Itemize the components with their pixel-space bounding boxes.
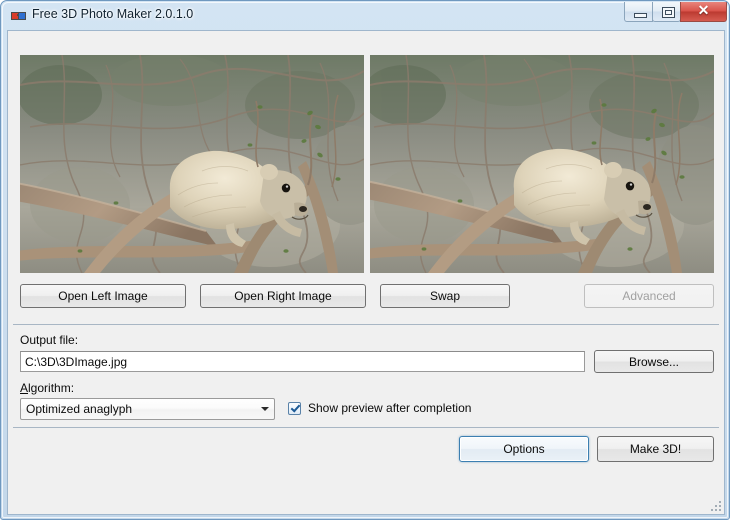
show-preview-checkbox-row[interactable]: Show preview after completion [288, 399, 471, 417]
restore-button[interactable] [652, 2, 681, 22]
left-photo-graphic [20, 55, 364, 273]
client-area: Open Left Image Open Right Image Swap Ad… [7, 30, 725, 515]
right-photo-graphic [370, 55, 714, 273]
minimize-icon [634, 13, 647, 18]
anaglyph-glasses-icon [10, 9, 26, 22]
chevron-down-icon[interactable] [256, 399, 274, 419]
algorithm-label-accel: A [20, 381, 28, 395]
algorithm-label: Algorithm: [20, 381, 74, 395]
output-file-input[interactable] [20, 351, 585, 372]
browse-button[interactable]: Browse... [594, 350, 714, 373]
open-right-image-button[interactable]: Open Right Image [200, 284, 366, 308]
separator-bottom [13, 427, 719, 428]
close-button[interactable]: ✕ [680, 2, 727, 22]
image-actions-row: Open Left Image Open Right Image Swap Ad… [20, 284, 714, 308]
output-file-label: Output file: [20, 333, 78, 347]
make-3d-button[interactable]: Make 3D! [597, 436, 714, 462]
window-controls: ✕ [625, 2, 727, 23]
close-icon: ✕ [681, 2, 726, 19]
resize-grip[interactable] [708, 498, 721, 511]
open-left-image-button[interactable]: Open Left Image [20, 284, 186, 308]
preview-pane [20, 55, 714, 273]
algorithm-label-rest: lgorithm: [28, 381, 74, 395]
options-button[interactable]: Options [459, 436, 589, 462]
right-image-preview[interactable] [370, 55, 714, 273]
application-window: Free 3D Photo Maker 2.0.1.0 ✕ [0, 0, 730, 520]
minimize-button[interactable] [624, 2, 653, 22]
separator-top [13, 324, 719, 325]
restore-icon [662, 7, 675, 18]
advanced-button: Advanced [584, 284, 714, 308]
window-title: Free 3D Photo Maker 2.0.1.0 [32, 7, 193, 21]
show-preview-checkbox[interactable] [288, 402, 301, 415]
swap-button[interactable]: Swap [380, 284, 510, 308]
left-image-preview[interactable] [20, 55, 364, 273]
show-preview-label: Show preview after completion [308, 401, 471, 415]
title-bar[interactable]: Free 3D Photo Maker 2.0.1.0 ✕ [1, 1, 730, 30]
algorithm-select[interactable]: Optimized anaglyph [20, 398, 275, 420]
algorithm-selected-value: Optimized anaglyph [26, 402, 132, 416]
